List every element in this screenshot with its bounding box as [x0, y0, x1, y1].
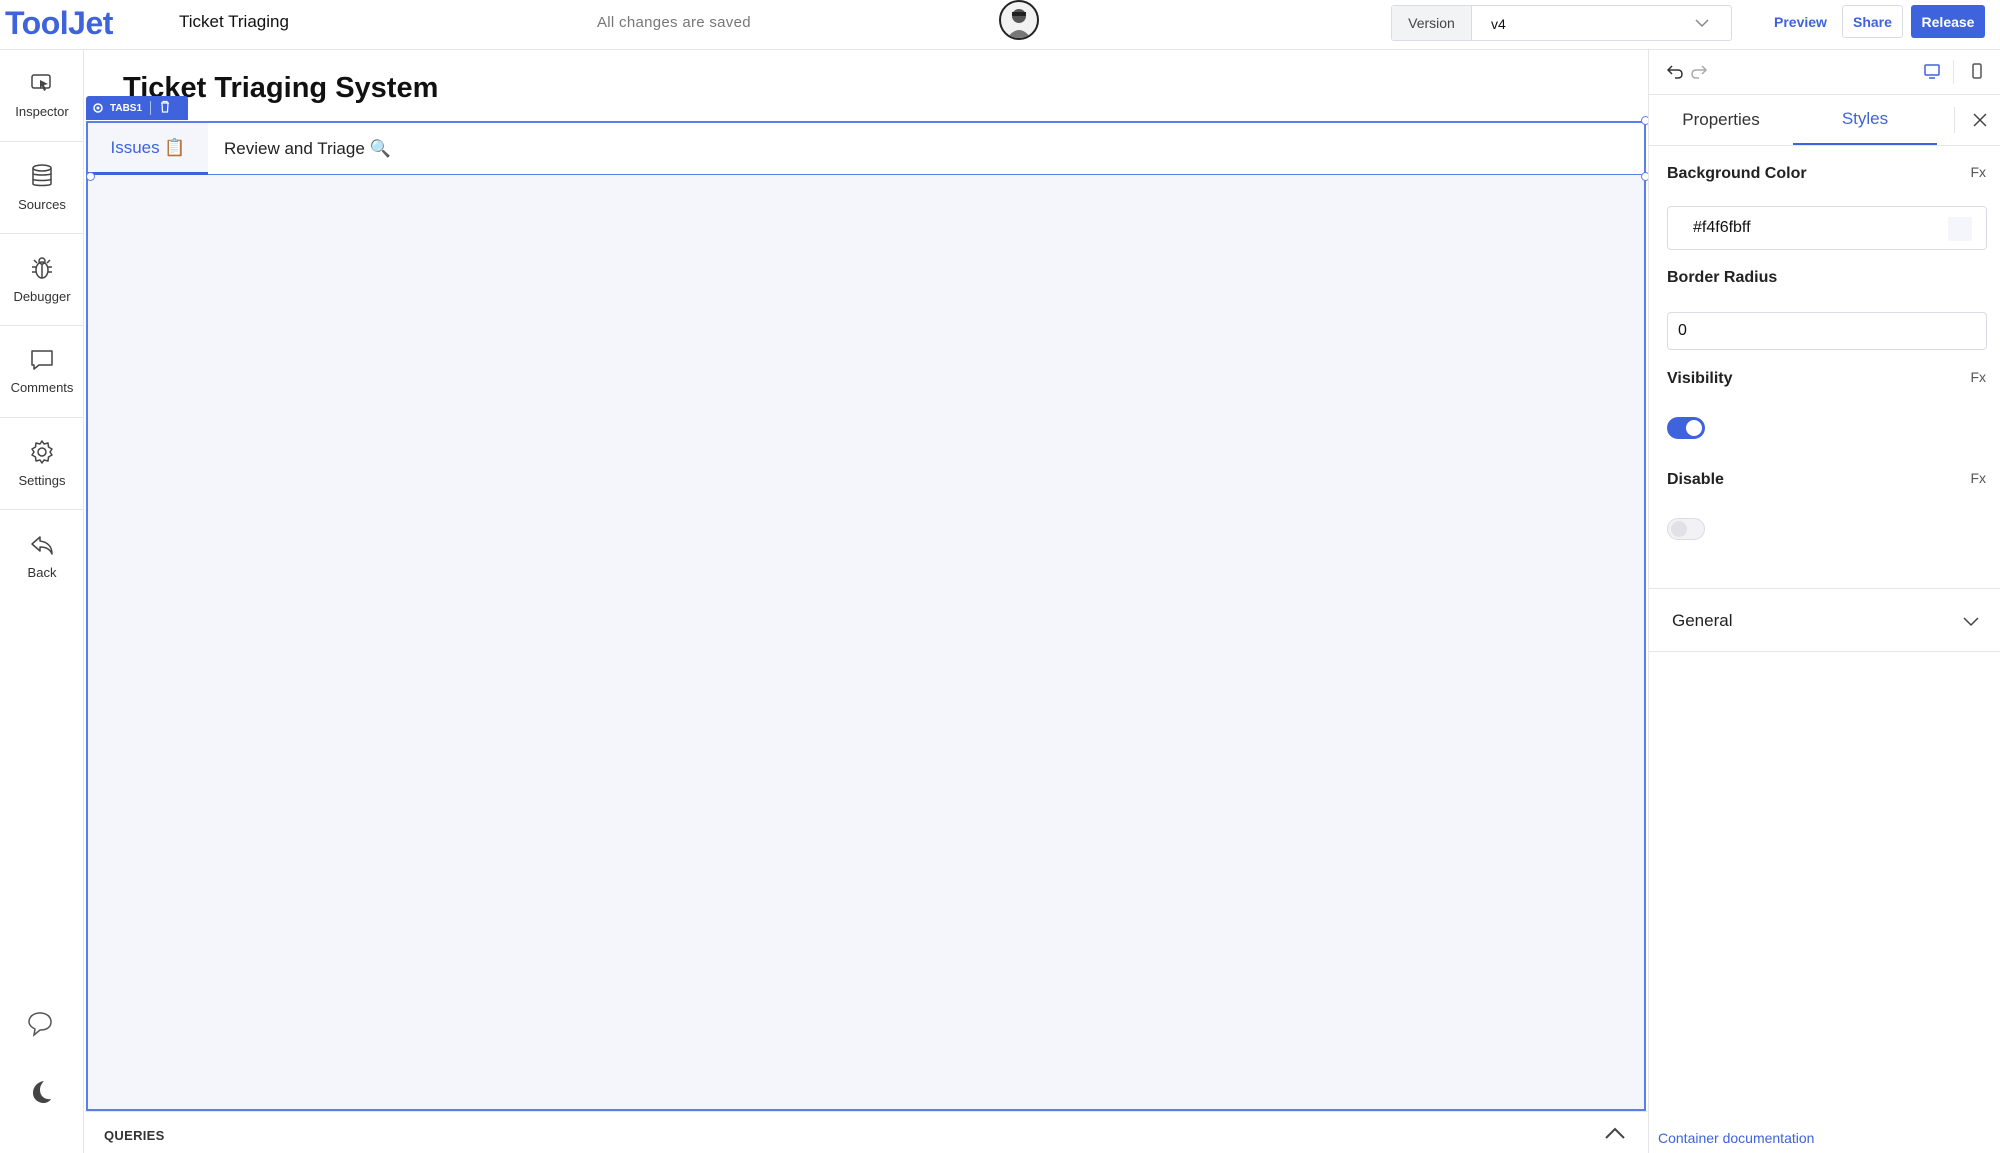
fx-toggle[interactable]: Fx: [1970, 164, 1986, 180]
release-button[interactable]: Release: [1911, 5, 1985, 38]
version-label: Version: [1392, 6, 1472, 40]
comment-icon: [31, 350, 53, 370]
mobile-icon[interactable]: [1969, 62, 1985, 80]
close-icon[interactable]: [1971, 111, 1989, 129]
container-documentation-link[interactable]: Container documentation: [1658, 1130, 1814, 1146]
chevron-down-icon: [1695, 19, 1709, 28]
sidebar-item-label: Back: [27, 564, 57, 580]
tabs-bar: Issues 📋 Review and Triage 🔍: [88, 123, 1644, 175]
save-status: All changes are saved: [597, 14, 751, 31]
tab-review-and-triage[interactable]: Review and Triage 🔍: [224, 123, 391, 175]
top-header: ToolJet Ticket Triaging All changes are …: [0, 0, 2000, 50]
inspector-panel: Properties Styles Background Color Fx #f…: [1648, 50, 2000, 1153]
visibility-label: Visibility: [1667, 370, 1733, 387]
back-arrow-icon: [31, 535, 53, 555]
inspector-icon: [31, 74, 51, 91]
sidebar-item-back[interactable]: Back: [0, 510, 84, 602]
general-section[interactable]: General: [1649, 588, 2000, 652]
sidebar-item-label: Settings: [18, 473, 66, 488]
border-radius-value: 0: [1678, 322, 1687, 339]
widget-name: TABS1: [110, 102, 143, 114]
sidebar-item-debugger[interactable]: Debugger: [0, 234, 84, 326]
color-swatch[interactable]: [1948, 217, 1972, 241]
redo-icon[interactable]: [1689, 62, 1709, 82]
bug-icon: [32, 257, 52, 279]
sidebar-item-sources[interactable]: Sources: [0, 142, 84, 234]
resize-handle[interactable]: [86, 172, 95, 181]
delete-icon[interactable]: [159, 100, 171, 116]
undo-icon[interactable]: [1665, 62, 1685, 82]
tab-properties[interactable]: Properties: [1649, 95, 1793, 145]
app-name[interactable]: Ticket Triaging: [179, 12, 289, 32]
border-radius-label: Border Radius: [1667, 269, 1778, 286]
fx-toggle[interactable]: Fx: [1970, 470, 1986, 486]
queries-panel[interactable]: QUERIES: [85, 1111, 1647, 1153]
visibility-toggle[interactable]: [1667, 417, 1705, 439]
sidebar-item-label: Inspector: [15, 104, 69, 119]
sidebar-item-comments[interactable]: Comments: [0, 326, 84, 418]
toggle-knob: [1671, 521, 1687, 537]
queries-label: QUERIES: [104, 1128, 165, 1143]
share-button[interactable]: Share: [1842, 5, 1903, 38]
database-icon: [32, 164, 52, 187]
widget-label-tabs1[interactable]: TABS1: [86, 96, 188, 120]
general-label: General: [1672, 611, 1733, 630]
divider: [1953, 60, 1954, 84]
chat-icon: [28, 1012, 52, 1037]
gear-icon: [31, 440, 53, 464]
disable-label: Disable: [1667, 471, 1724, 488]
toggle-knob: [1686, 420, 1702, 436]
sidebar-item-label: Sources: [18, 197, 66, 212]
tabs-widget[interactable]: Issues 📋 Review and Triage 🔍: [86, 121, 1646, 1111]
preview-button[interactable]: Preview: [1764, 6, 1837, 38]
border-radius-input[interactable]: 0: [1667, 312, 1987, 350]
chevron-down-icon: [1963, 617, 1979, 627]
version-value: v4: [1491, 16, 1506, 32]
chat-button[interactable]: [22, 1006, 58, 1042]
background-color-input[interactable]: #f4f6fbff: [1667, 206, 1987, 250]
fx-toggle[interactable]: Fx: [1970, 369, 1986, 385]
left-sidebar: Inspector Sources Debugger Comments Sett…: [0, 50, 84, 1153]
background-color-label: Background Color: [1667, 165, 1807, 182]
sidebar-item-settings[interactable]: Settings: [0, 418, 84, 510]
avatar-icon: [1007, 9, 1031, 38]
panel-toolbar: [1649, 50, 2000, 94]
gear-icon[interactable]: [92, 102, 104, 114]
tab-issues[interactable]: Issues 📋: [88, 123, 208, 175]
background-color-value: #f4f6fbff: [1693, 219, 1751, 236]
dark-mode-toggle[interactable]: [22, 1074, 58, 1110]
moon-icon: [33, 1081, 51, 1103]
tooljet-logo[interactable]: ToolJet: [5, 5, 113, 42]
chevron-up-icon[interactable]: [1603, 1124, 1627, 1142]
sidebar-item-inspector[interactable]: Inspector: [0, 50, 84, 142]
desktop-icon[interactable]: [1923, 62, 1941, 80]
version-selector[interactable]: Version v4: [1391, 5, 1732, 41]
divider: [1954, 107, 1955, 133]
disable-toggle[interactable]: [1667, 518, 1705, 540]
sidebar-item-label: Debugger: [13, 289, 71, 304]
panel-tabs: Properties Styles: [1649, 94, 2000, 146]
sidebar-item-label: Comments: [10, 380, 74, 395]
user-avatar[interactable]: [999, 0, 1039, 40]
divider: [150, 101, 152, 115]
tab-styles[interactable]: Styles: [1793, 95, 1937, 145]
